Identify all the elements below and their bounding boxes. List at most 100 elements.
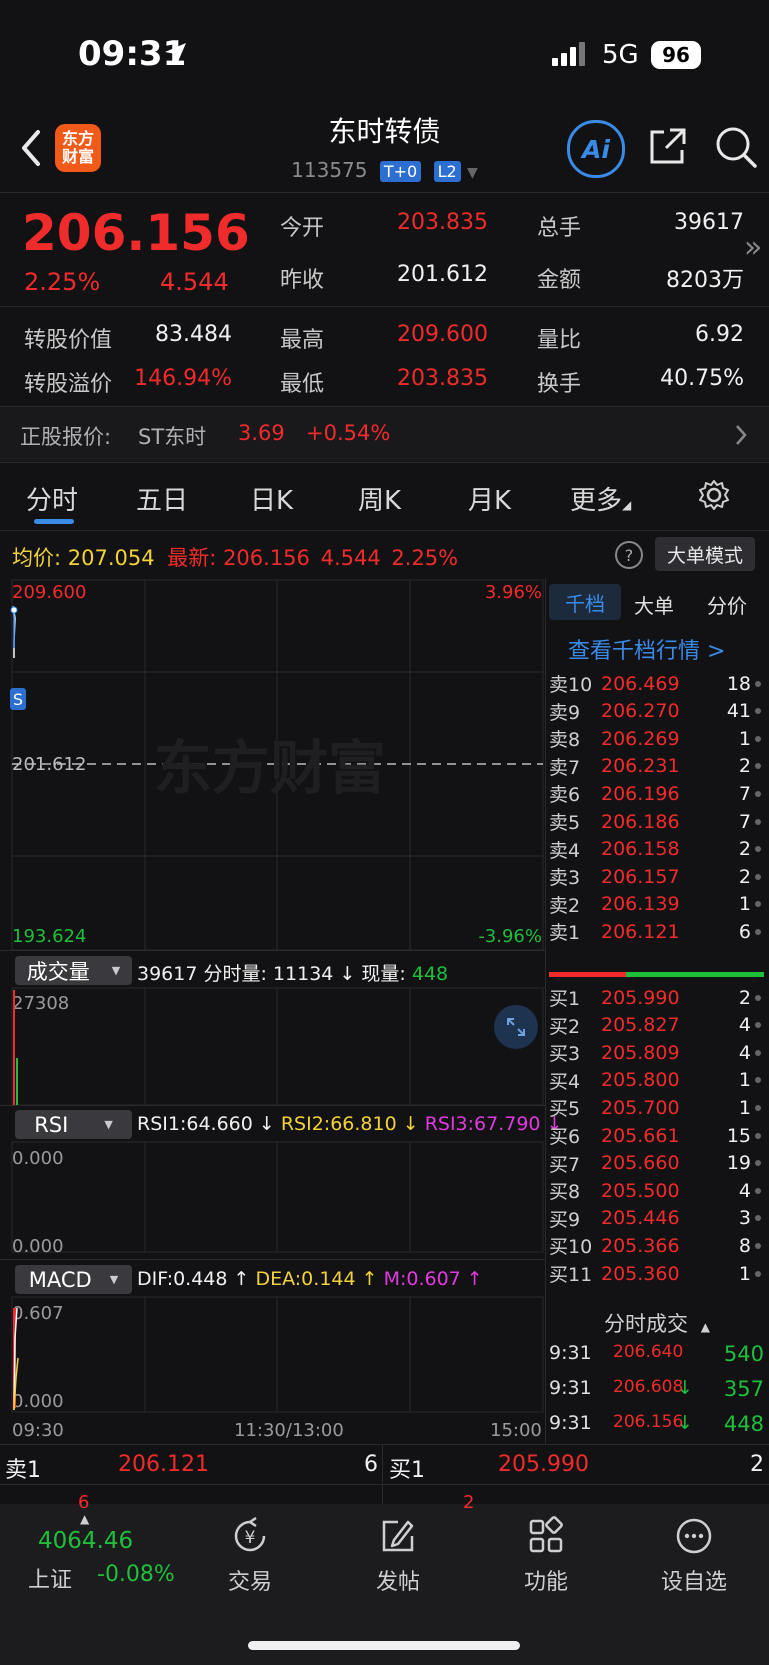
tab-big-orders[interactable]: 大单 (634, 590, 674, 619)
low-label: 最低 (280, 372, 325, 397)
bid-price: 205.500 (601, 1179, 680, 1202)
tab-more[interactable]: 更多◢ (570, 480, 631, 517)
bid-row[interactable]: 买5 205.700 1 (549, 1093, 764, 1122)
high-label: 最高 (280, 328, 325, 353)
bid-row[interactable]: 买8 205.500 4 (549, 1176, 764, 1205)
ask-row[interactable]: 卖9 206.270 41 (549, 697, 764, 726)
level-dot-icon (755, 1242, 761, 1249)
bid-row[interactable]: 买9 205.446 3 (549, 1204, 764, 1233)
index-change[interactable]: -0.08% (97, 1562, 175, 1587)
tab-monthly-k[interactable]: 月K (468, 480, 511, 517)
ask-level-label: 卖2 (549, 894, 581, 917)
ask-volume: 6 (738, 920, 751, 943)
index-value[interactable]: 4064.46 (38, 1528, 133, 1554)
tab-weekly-k[interactable]: 周K (358, 480, 401, 517)
tab-price-distribution[interactable]: 分价 (707, 590, 747, 619)
bid-row[interactable]: 买1 205.990 2 (549, 983, 764, 1012)
ask-row[interactable]: 卖6 206.196 7 (549, 779, 764, 808)
tab-daily-k[interactable]: 日K (250, 480, 293, 517)
trade-tick-row: 9:31 206.640 540 (549, 1342, 764, 1372)
bid-row[interactable]: 买4 205.800 1 (549, 1066, 764, 1095)
ai-button[interactable]: Ai (567, 120, 625, 178)
ask-price: 206.469 (601, 672, 680, 695)
home-indicator[interactable] (248, 1641, 520, 1650)
macd-indicator-selector[interactable]: MACD ▼ (15, 1265, 132, 1294)
time-sales-title[interactable]: 分时成交 ▲ (545, 1308, 769, 1338)
volume-label: 总手 (537, 216, 582, 241)
conv-value: 83.484 (155, 322, 232, 347)
down-arrow-icon: ↓ (339, 963, 356, 985)
tab-thousand-levels[interactable]: 千档 (549, 584, 621, 620)
share-icon[interactable] (646, 124, 690, 168)
stock-quote-label: 正股报价: (20, 425, 112, 449)
ask-volume: 1 (738, 893, 751, 916)
ask-row[interactable]: 卖7 206.231 2 (549, 752, 764, 781)
settings-gear-icon[interactable] (697, 478, 731, 512)
bid-level-label: 买10 (549, 1236, 593, 1259)
current-price: 206.156 (22, 204, 250, 262)
ask-row[interactable]: 卖2 206.139 1 (549, 890, 764, 919)
bid-row[interactable]: 买2 205.827 4 (549, 1011, 764, 1040)
rsi3-value: RSI3:67.790 (424, 1113, 541, 1135)
level-dot-icon (755, 790, 761, 797)
sell-marker-text: S (13, 690, 23, 709)
ask-row[interactable]: 卖1 206.121 6 (549, 917, 764, 946)
volume-indicator-selector[interactable]: 成交量 ▼ (15, 956, 132, 985)
location-arrow-icon (165, 43, 186, 64)
bid-volume: 4 (738, 1041, 751, 1064)
rsi-indicator-selector[interactable]: RSI ▼ (15, 1110, 132, 1139)
level-dot-icon (755, 1104, 761, 1111)
y-max-label: 209.600 (12, 582, 86, 603)
ask-level-label: 卖1 (549, 922, 581, 945)
bid-price: 205.360 (601, 1262, 680, 1285)
battery-level: 96 (662, 43, 690, 67)
watermark: 东方财富 (154, 734, 386, 802)
rsi-bottom-label: 0.000 (12, 1236, 64, 1257)
fullscreen-button[interactable] (494, 1005, 538, 1049)
ask-level-label: 卖6 (549, 784, 581, 807)
help-icon[interactable]: ? (615, 541, 643, 569)
expand-chevron-icon[interactable]: » (744, 230, 762, 265)
dropdown-caret-icon[interactable]: ▼ (467, 165, 478, 181)
macd-bottom-label: 0.000 (12, 1391, 64, 1412)
tab-five-day[interactable]: 五日 (136, 480, 188, 517)
view-full-depth-link[interactable]: 查看千档行情 > (568, 633, 725, 665)
bid-row[interactable]: 买3 205.809 4 (549, 1038, 764, 1067)
index-name[interactable]: 上证 (28, 1562, 72, 1594)
trade-tick-row: 9:31 206.608 ↓ 357 (549, 1377, 764, 1407)
index-expand-caret-icon[interactable]: ▲ (80, 1512, 89, 1526)
strip-sell-price: 206.121 (118, 1452, 209, 1477)
ask-row[interactable]: 卖5 206.186 7 (549, 807, 764, 836)
bid-row[interactable]: 买6 205.661 15 (549, 1121, 764, 1150)
rsi2-arrow-icon: ↓ (396, 1113, 425, 1135)
search-icon[interactable] (713, 124, 759, 170)
tab-intraday[interactable]: 分时 (26, 480, 78, 517)
open-value: 203.835 (397, 210, 488, 235)
ask-row[interactable]: 卖10 206.469 18 (549, 669, 764, 698)
ask-row[interactable]: 卖8 206.269 1 (549, 724, 764, 753)
nav-functions[interactable]: 功能 (476, 1514, 616, 1614)
bid-row[interactable]: 买7 205.660 19 (549, 1149, 764, 1178)
ask-price: 206.196 (601, 782, 680, 805)
bid-row[interactable]: 买11 205.360 1 (549, 1259, 764, 1288)
stock-quote-bar[interactable]: 正股报价: ST东时 3.69 +0.54% (0, 407, 769, 461)
strip-sell-label: 卖1 (5, 1458, 41, 1483)
selector-caret-icon: ▼ (111, 964, 121, 977)
ask-level-label: 卖3 (549, 867, 581, 890)
trade-yen-icon: ¥ (234, 1516, 266, 1552)
strip-buy-peek: 2 (463, 1492, 475, 1513)
bid-volume: 19 (726, 1152, 751, 1175)
conv-premium-value: 146.94% (134, 366, 232, 391)
post-edit-icon (382, 1520, 414, 1552)
stock-change: +0.54% (306, 421, 391, 445)
dea-value: DEA:0.144 (255, 1268, 356, 1290)
ask-row[interactable]: 卖3 206.157 2 (549, 862, 764, 891)
nav-watchlist[interactable]: 设自选 (624, 1514, 764, 1614)
pct-min-label: -3.96% (478, 926, 542, 947)
big-order-mode-button[interactable]: 大单模式 (655, 537, 755, 571)
ask-row[interactable]: 卖4 206.158 2 (549, 835, 764, 864)
bid-row[interactable]: 买10 205.366 8 (549, 1231, 764, 1260)
nav-post[interactable]: 发帖 (328, 1514, 468, 1614)
nav-trade[interactable]: ¥ 交易 (180, 1514, 320, 1614)
ask-price: 206.121 (601, 920, 680, 943)
